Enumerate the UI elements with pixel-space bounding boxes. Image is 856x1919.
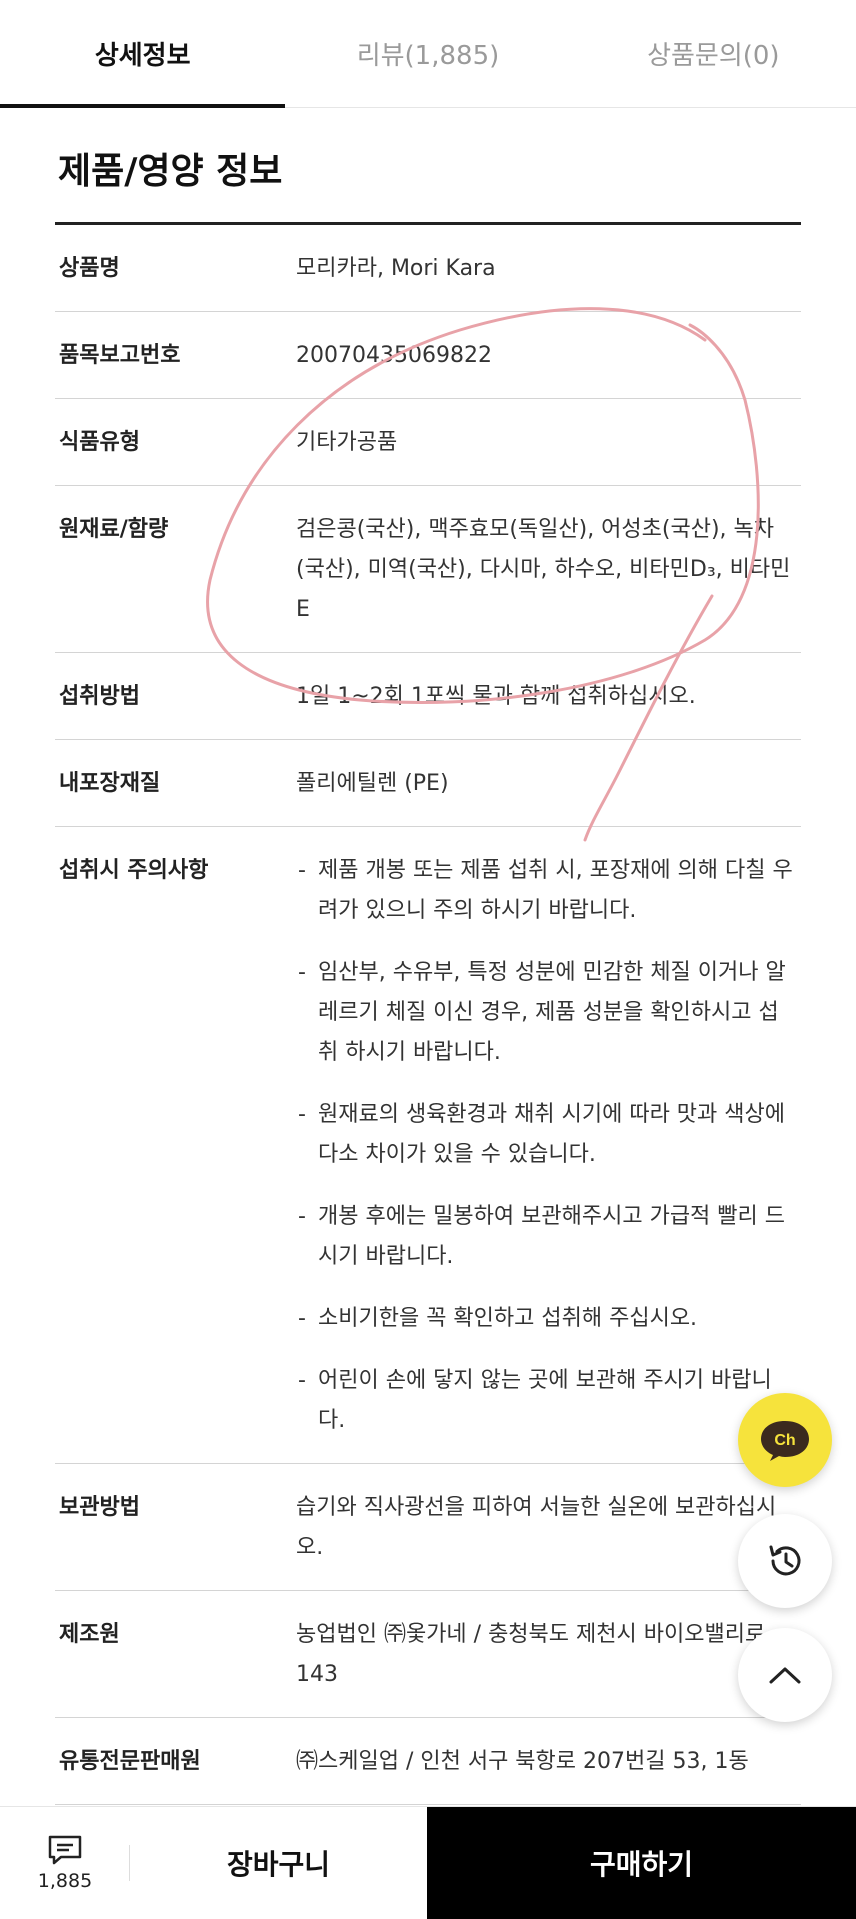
caution-item: 개봉 후에는 밀봉하여 보관해주시고 가급적 빨리 드시기 바랍니다. [296,1197,795,1277]
chat-button[interactable]: Ch [738,1393,832,1487]
info-value: 검은콩(국산), 맥주효모(독일산), 어성초(국산), 녹차(국산), 미역(… [296,517,791,622]
tab-reviews[interactable]: 리뷰(1,885) [285,0,570,107]
info-row-cautions: 섭취시 주의사항 제품 개봉 또는 제품 섭취 시, 포장재에 의해 다칠 우려… [55,827,801,1464]
info-value: 농업법인 ㈜옻가네 / 충청북도 제천시 바이오밸리로 143 [296,1622,766,1687]
caution-item: 어린이 손에 닿지 않는 곳에 보관해 주시기 바랍니다. [296,1361,795,1441]
bottom-action-bar: 1,885 장바구니 구매하기 [0,1806,856,1919]
chat-bubble-icon: Ch [761,1421,809,1461]
info-row-ingredients: 원재료/함량 검은콩(국산), 맥주효모(독일산), 어성초(국산), 녹차(국… [55,486,801,653]
info-value: 기타가공품 [296,430,398,455]
info-key: 제조원 [59,1622,120,1647]
info-value: 모리카라, Mori Kara [296,256,496,281]
info-value: ㈜스케일업 / 인천 서구 북항로 207번길 53, 1동 [296,1749,749,1774]
info-key: 보관방법 [59,1495,140,1520]
comment-icon [48,1835,82,1865]
info-value: 폴리에틸렌 (PE) [296,771,449,796]
info-key: 상품명 [59,256,120,281]
tab-details[interactable]: 상세정보 [0,0,286,108]
info-value: 습기와 직사광선을 피하여 서늘한 실온에 보관하십시오. [296,1495,777,1560]
review-count: 1,885 [37,1870,93,1892]
chevron-up-icon [769,1667,801,1684]
review-count-button[interactable]: 1,885 [0,1807,130,1919]
info-key: 섭취시 주의사항 [59,858,209,883]
info-row-packaging: 내포장재질 폴리에틸렌 (PE) [55,740,801,827]
info-row-storage: 보관방법 습기와 직사광선을 피하여 서늘한 실온에 보관하십시오. [55,1464,801,1591]
info-value: 20070435069822 [296,343,492,368]
info-row-intake-method: 섭취방법 1일 1~2회 1포씩 물과 함께 섭취하십시오. [55,653,801,740]
history-icon [769,1545,801,1576]
info-key: 내포장재질 [59,771,161,796]
caution-list: 제품 개봉 또는 제품 섭취 시, 포장재에 의해 다칠 우려가 있으니 주의 … [296,851,795,1441]
buy-now-button[interactable]: 구매하기 [427,1807,856,1919]
info-value: 제품 개봉 또는 제품 섭취 시, 포장재에 의해 다칠 우려가 있으니 주의 … [296,851,801,1441]
caution-item: 소비기한을 꼭 확인하고 섭취해 주십시오. [296,1299,795,1339]
caution-item: 원재료의 생육환경과 채취 시기에 따라 맛과 색상에 다소 차이가 있을 수 … [296,1095,795,1175]
info-key: 유통전문판매원 [59,1749,201,1774]
caution-item: 임산부, 수유부, 특정 성분에 민감한 체질 이거나 알레르기 체질 이신 경… [296,953,795,1073]
info-row-food-type: 식품유형 기타가공품 [55,399,801,486]
recent-history-button[interactable] [738,1514,832,1608]
info-row-manufacturer: 제조원 농업법인 ㈜옻가네 / 충청북도 제천시 바이오밸리로 143 [55,1591,801,1718]
chat-label: Ch [774,1432,795,1449]
info-key: 식품유형 [59,430,140,455]
info-key: 섭취방법 [59,684,140,709]
caution-item: 제품 개봉 또는 제품 섭취 시, 포장재에 의해 다칠 우려가 있으니 주의 … [296,851,795,931]
info-row-distributor: 유통전문판매원 ㈜스케일업 / 인천 서구 북항로 207번길 53, 1동 [55,1718,801,1805]
detail-tabs: 상세정보 리뷰(1,885) 상품문의(0) [0,0,856,108]
info-key: 품목보고번호 [59,343,181,368]
scroll-top-button[interactable] [738,1628,832,1722]
info-key: 원재료/함량 [59,517,169,542]
divider [129,1845,130,1881]
product-info-table: 상품명 모리카라, Mori Kara 품목보고번호 2007043506982… [55,222,801,1805]
info-row-report-number: 품목보고번호 20070435069822 [55,312,801,399]
info-value: 1일 1~2회 1포씩 물과 함께 섭취하십시오. [296,684,696,709]
add-to-cart-button[interactable]: 장바구니 [130,1807,427,1919]
tab-inquiries[interactable]: 상품문의(0) [571,0,856,107]
section-title: 제품/영양 정보 [58,151,283,192]
info-row-product-name: 상품명 모리카라, Mori Kara [55,225,801,312]
